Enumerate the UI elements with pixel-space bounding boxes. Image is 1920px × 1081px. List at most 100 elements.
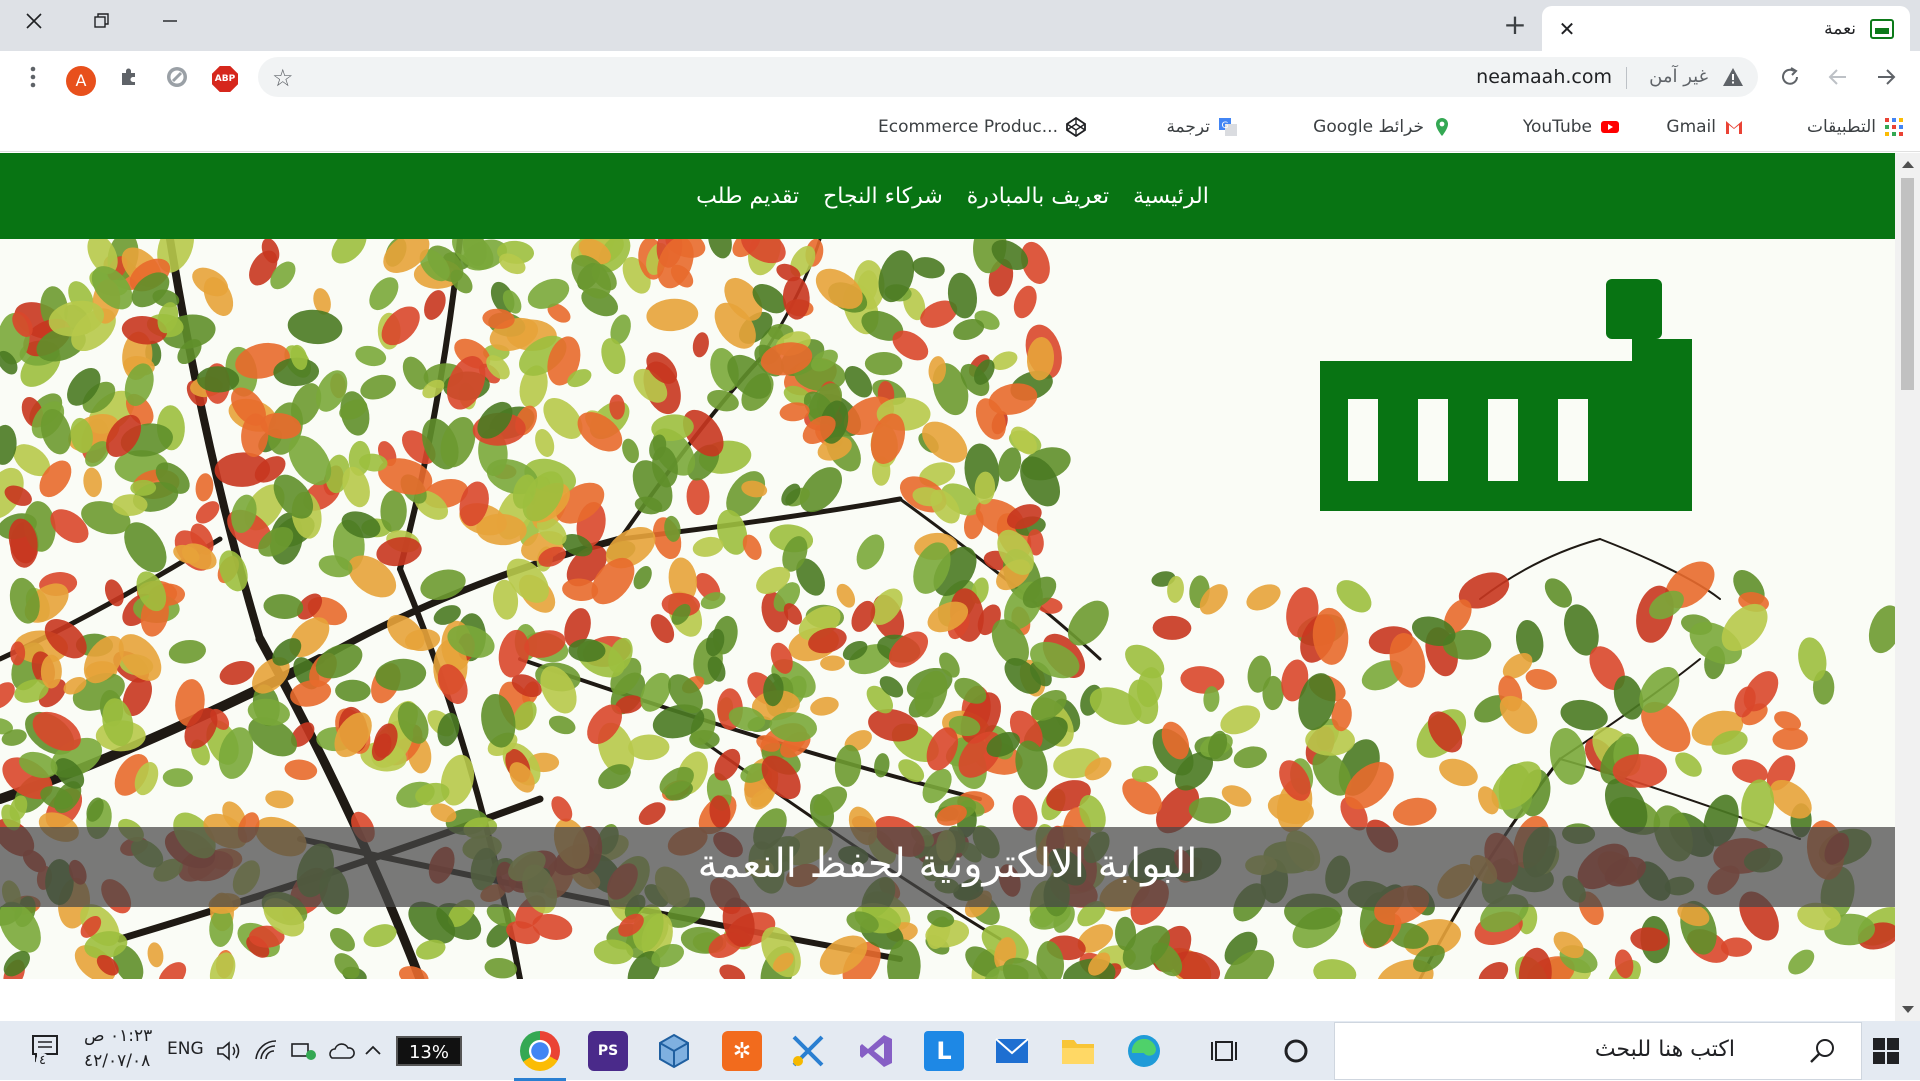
profile-avatar[interactable]: A: [66, 66, 96, 96]
site-favicon-icon: [1870, 19, 1894, 39]
cube-icon: [659, 1033, 689, 1069]
page-scrollbar[interactable]: [1895, 153, 1920, 1021]
bookmark-gmail[interactable]: Gmail: [1666, 114, 1744, 140]
extensions-button[interactable]: [113, 61, 145, 93]
task-view-icon: [1211, 1041, 1237, 1061]
adblock-plus-button[interactable]: ABP: [212, 66, 238, 92]
chevron-up-icon[interactable]: [364, 1043, 382, 1057]
scroll-up-arrow-icon[interactable]: [1902, 161, 1914, 168]
neamah-logo: [1320, 279, 1692, 511]
clock-date[interactable]: ٤٢/٠٧/٠٨: [84, 1051, 150, 1071]
restore-window-button[interactable]: [68, 0, 136, 42]
bookmark-label: Ecommerce Produc...: [878, 117, 1058, 137]
hero-caption-band: البوابة الالكترونية لحفظ النعمة: [0, 827, 1895, 907]
extension-button[interactable]: [161, 61, 193, 93]
browser-toolbar: A ABP ☆ neamaah.com غير آمن: [0, 51, 1920, 102]
page-viewport: الرئيسية تعريف بالمبادرة شركاء النجاح تق…: [0, 153, 1895, 1021]
clock-time[interactable]: ٠١:٢٣ ص: [84, 1026, 152, 1046]
active-tab[interactable]: نعمة ✕: [1542, 6, 1910, 51]
chrome-menu-button[interactable]: [17, 61, 49, 93]
hero-banner: البوابة الالكترونية لحفظ النعمة: [0, 239, 1895, 979]
minimize-icon: [163, 20, 177, 22]
battery-saver-icon[interactable]: [290, 1040, 318, 1062]
site-navbar: الرئيسية تعريف بالمبادرة شركاء النجاح تق…: [0, 153, 1895, 239]
virtualbox-taskbar-icon[interactable]: [654, 1031, 694, 1071]
nav-link-home[interactable]: الرئيسية: [1133, 184, 1209, 209]
notification-count: ٤: [36, 1053, 49, 1068]
reload-button[interactable]: [1774, 61, 1806, 93]
nav-link-about[interactable]: تعريف بالمبادرة: [967, 184, 1109, 209]
bookmark-label: ترجمة: [1166, 117, 1210, 137]
visual-studio-taskbar-icon[interactable]: [856, 1031, 896, 1071]
arrow-left-icon: [1828, 69, 1846, 85]
bookmark-label: YouTube: [1522, 117, 1592, 137]
apps-grid-icon: [1885, 118, 1903, 136]
windows-start-icon[interactable]: [1872, 1037, 1900, 1065]
launcher-taskbar-icon[interactable]: L: [924, 1031, 964, 1071]
task-view-button[interactable]: [1204, 1031, 1244, 1071]
nav-link-partners[interactable]: شركاء النجاح: [823, 184, 943, 209]
compass-extension-icon: [167, 67, 187, 87]
scroll-down-arrow-icon[interactable]: [1902, 1006, 1914, 1013]
scroll-thumb[interactable]: [1901, 178, 1914, 390]
mail-icon: [995, 1038, 1029, 1063]
cortana-button[interactable]: [1276, 1031, 1316, 1071]
title-bar: + نعمة ✕: [0, 0, 1920, 51]
edge-icon: [1128, 1035, 1160, 1067]
tab-title: نعمة: [1824, 19, 1856, 39]
url-text: neamaah.com: [1476, 66, 1612, 88]
bookmark-label: Google خرائط: [1313, 117, 1424, 137]
bookmark-google-maps[interactable]: Google خرائط: [1313, 114, 1452, 140]
bookmark-translate[interactable]: ترجمة G: [1166, 114, 1238, 140]
security-status[interactable]: غير آمن: [1649, 66, 1708, 87]
file-explorer-taskbar-icon[interactable]: [1058, 1031, 1098, 1071]
taskbar-search-box[interactable]: اكتب هنا للبحث: [1334, 1022, 1862, 1080]
arrow-right-icon: [1878, 69, 1896, 85]
wifi-icon[interactable]: [254, 1039, 280, 1063]
close-window-button[interactable]: [0, 0, 68, 42]
maps-pin-icon: [1436, 118, 1448, 136]
volume-icon[interactable]: [216, 1040, 242, 1062]
phpstorm-taskbar-icon[interactable]: PS: [588, 1031, 628, 1071]
translate-icon: G: [1219, 118, 1237, 136]
address-bar[interactable]: ☆ neamaah.com غير آمن: [258, 57, 1758, 97]
edge-taskbar-icon[interactable]: [1124, 1031, 1164, 1071]
mail-taskbar-icon[interactable]: [992, 1031, 1032, 1071]
back-button[interactable]: [1870, 61, 1902, 93]
url-separator: [1626, 67, 1627, 89]
onedrive-icon[interactable]: [326, 1040, 356, 1062]
folder-icon: [1062, 1040, 1094, 1064]
nav-link-apply[interactable]: تقديم طلب: [696, 184, 799, 209]
snipping-tool-taskbar-icon[interactable]: [788, 1031, 828, 1071]
search-icon: [1810, 1039, 1834, 1063]
reload-icon: [1782, 67, 1798, 85]
minimize-window-button[interactable]: [136, 0, 204, 42]
battery-indicator[interactable]: 13%: [396, 1036, 462, 1066]
restore-icon: [94, 13, 109, 28]
codepen-icon: [1066, 117, 1086, 137]
gmail-icon: [1726, 121, 1742, 134]
bookmark-label: التطبيقات: [1806, 117, 1876, 137]
forward-button[interactable]: [1822, 61, 1854, 93]
puzzle-icon: [122, 68, 135, 85]
bookmark-ecommerce[interactable]: Ecommerce Produc...: [878, 114, 1086, 140]
xampp-taskbar-icon[interactable]: ✲: [722, 1031, 762, 1071]
hero-caption: البوابة الالكترونية لحفظ النعمة: [697, 841, 1198, 887]
warning-icon[interactable]: [1722, 66, 1744, 88]
search-placeholder: اكتب هنا للبحث: [1594, 1037, 1735, 1062]
bookmark-youtube[interactable]: YouTube: [1523, 114, 1620, 140]
bookmark-star-icon[interactable]: ☆: [272, 64, 294, 92]
windows-taskbar: ٤ ٠١:٢٣ ص ٤٢/٠٧/٠٨ ENG 13% PS ✲ L اكتب ه…: [0, 1021, 1920, 1081]
close-icon: [26, 13, 42, 29]
youtube-icon: [1601, 121, 1619, 133]
scissors-icon: [792, 1035, 824, 1067]
bookmark-apps[interactable]: التطبيقات: [1807, 114, 1904, 140]
action-center-button[interactable]: ٤: [30, 1033, 64, 1068]
kebab-menu-icon: [30, 66, 36, 88]
input-language[interactable]: ENG: [167, 1039, 204, 1059]
new-tab-button[interactable]: +: [1500, 10, 1530, 40]
svg-text:G: G: [1222, 121, 1229, 131]
chrome-taskbar-icon[interactable]: [514, 1031, 566, 1081]
tab-close-button[interactable]: ✕: [1554, 16, 1580, 42]
bookmark-label: Gmail: [1666, 117, 1716, 137]
